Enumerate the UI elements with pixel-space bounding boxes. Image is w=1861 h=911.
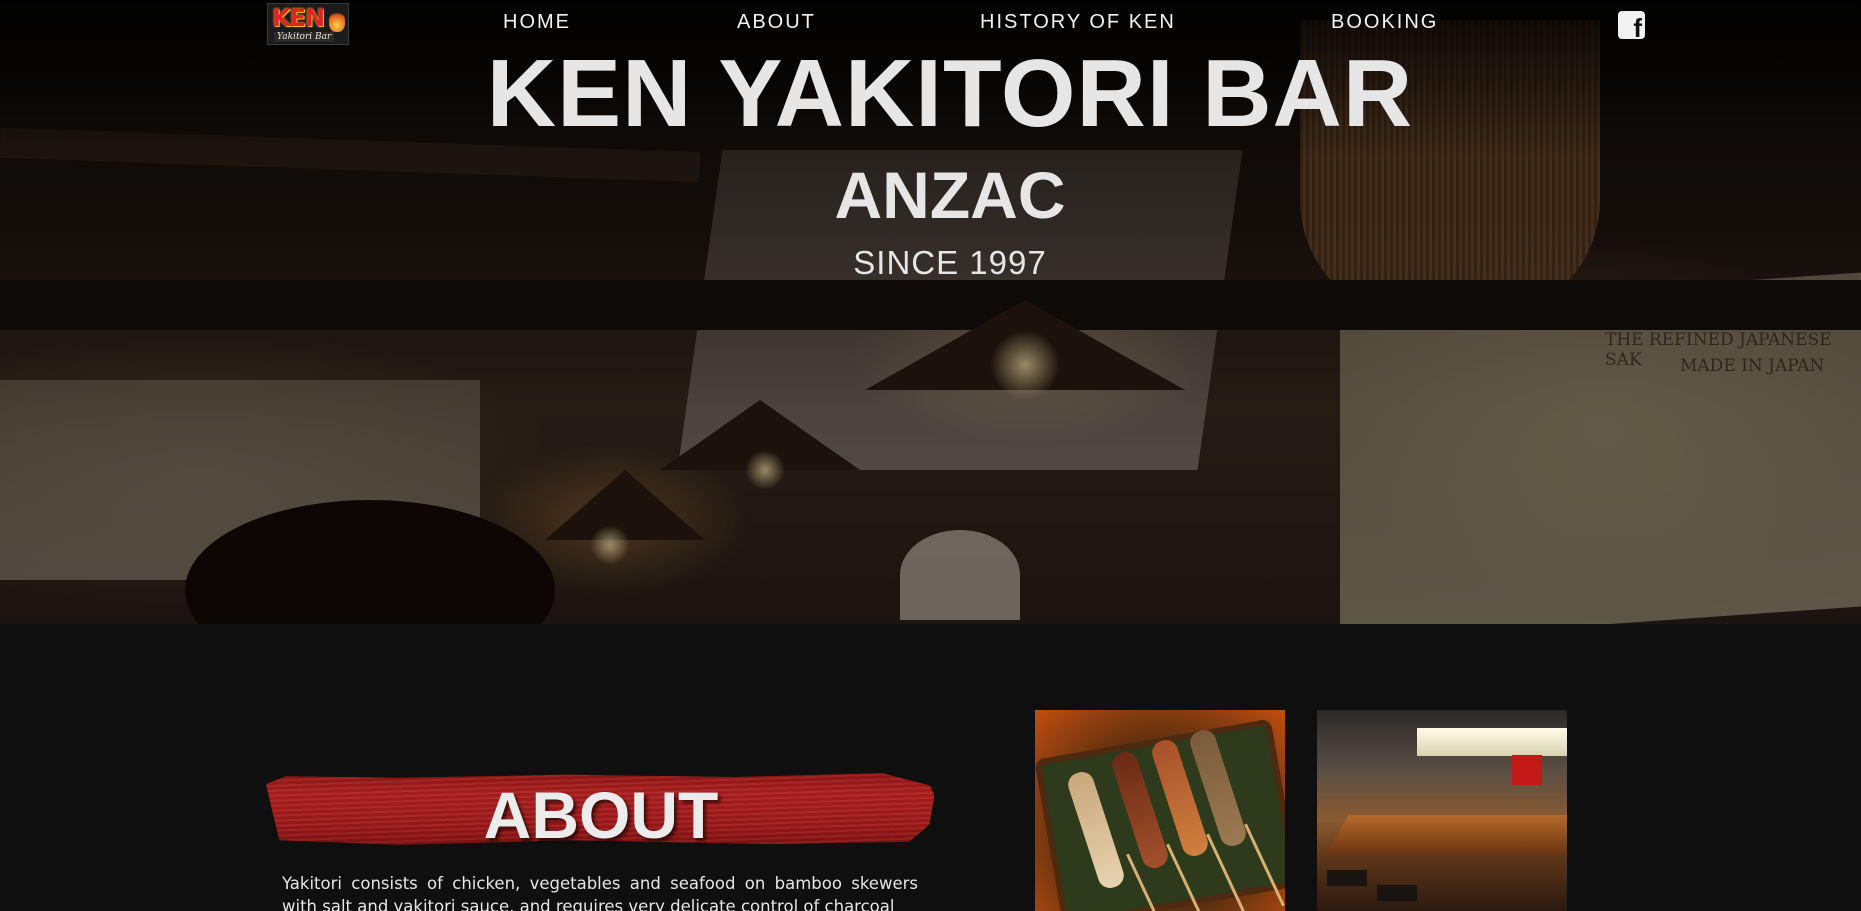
nav-booking[interactable]: BOOKING [1331, 11, 1438, 34]
yakitori-skewers-photo [1035, 710, 1285, 911]
nav-home[interactable]: HOME [503, 11, 571, 34]
nav-history[interactable]: HISTORY OF KEN [980, 11, 1176, 34]
logo-word: KEN [272, 4, 325, 32]
hero-title: KEN YAKITORI BAR [486, 40, 1414, 147]
facebook-icon[interactable]: f [1618, 11, 1645, 41]
logo-subtitle: Yakitori Bar [274, 32, 335, 42]
about-paragraph: Yakitori consists of chicken, vegetables… [282, 874, 918, 911]
nav-about[interactable]: ABOUT [737, 11, 816, 34]
hero-subtitle: ANZAC [834, 158, 1066, 232]
flame-icon [329, 10, 345, 32]
hero-since: SINCE 1997 [853, 244, 1047, 281]
about-heading-block: ABOUT [266, 770, 936, 850]
bar-interior-photo [1317, 710, 1567, 911]
about-heading: ABOUT [483, 778, 719, 852]
site-logo[interactable]: KEN Yakitori Bar [267, 3, 349, 45]
